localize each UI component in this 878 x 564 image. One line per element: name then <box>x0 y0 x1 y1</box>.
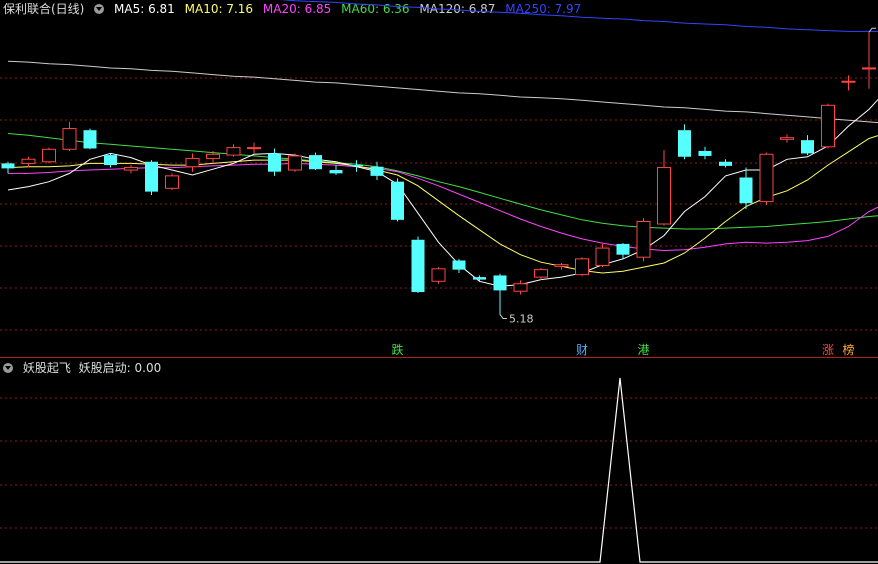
ma20-line <box>8 162 878 252</box>
candle-body-up <box>62 128 77 150</box>
candle-body-up <box>513 283 528 292</box>
candle-body-down <box>268 153 281 172</box>
indicator-value: 妖股启动: 0.00 <box>78 361 162 375</box>
price-chart: 8.585.18跌财港涨榜 <box>0 0 878 563</box>
candle-body-up <box>206 153 220 159</box>
candle-body-down <box>145 161 158 192</box>
candle-body-up <box>575 258 589 276</box>
candle-body-down <box>411 239 425 293</box>
candle-body-up <box>42 148 56 163</box>
candle-body-up <box>288 155 302 171</box>
candle-body-up <box>821 104 835 148</box>
candle-body-up <box>226 147 241 156</box>
candle-body-down <box>719 161 732 166</box>
candle-body-up <box>595 247 610 266</box>
candle-body-up <box>636 221 651 258</box>
candle-body-down <box>370 166 384 176</box>
indicator-settings-icon[interactable] <box>3 363 13 373</box>
candle-body-up <box>657 167 671 225</box>
candle-body-down <box>391 181 404 220</box>
candle-body-down <box>350 165 363 167</box>
price-annotation: 5.18 <box>509 312 534 325</box>
annotation-leader <box>499 314 507 319</box>
candle-body-up <box>185 157 200 168</box>
chart-stage: 保利联合(日线) MA5: 6.81 MA10: 7.16 MA20: 6.85… <box>0 0 878 564</box>
candle-body-up <box>780 137 794 140</box>
candle-body-up <box>21 158 36 164</box>
ma250-line <box>279 0 878 32</box>
event-marker: 跌 <box>392 342 404 357</box>
candle-body-up <box>862 67 876 70</box>
candle-body-up <box>247 147 261 150</box>
candle-body-down <box>493 275 507 291</box>
candle-body-up <box>431 268 446 282</box>
candle-body-down <box>473 277 486 280</box>
indicator-line <box>0 377 878 563</box>
ma120-line <box>7 60 878 124</box>
candle-body-down <box>104 155 117 166</box>
candle-body-down <box>801 140 814 154</box>
candle-body-up <box>841 80 856 83</box>
event-marker: 财 <box>576 343 588 357</box>
candle-body-up <box>534 269 548 278</box>
candle-body-up <box>759 153 774 203</box>
candle-body-up <box>165 175 179 189</box>
candle-body-down <box>83 130 97 149</box>
candle-body-down <box>616 243 630 255</box>
candle-body-down <box>678 130 691 157</box>
candle-body-down <box>698 150 712 156</box>
candle-body-up <box>124 167 138 171</box>
indicator-title: 妖股起飞 <box>22 361 71 375</box>
candle-body-down <box>329 170 343 174</box>
event-marker: 涨 <box>822 342 834 357</box>
candle-body-down <box>452 260 466 270</box>
candle-body-down <box>739 177 753 204</box>
event-marker: 港 <box>638 343 650 357</box>
event-marker: 榜 <box>843 342 855 357</box>
candle-body-down <box>309 155 322 170</box>
sub-header: 妖股起飞 妖股启动: 0.00 <box>3 360 167 376</box>
candle-body-down <box>1 163 15 169</box>
candle-body-up <box>554 264 569 267</box>
